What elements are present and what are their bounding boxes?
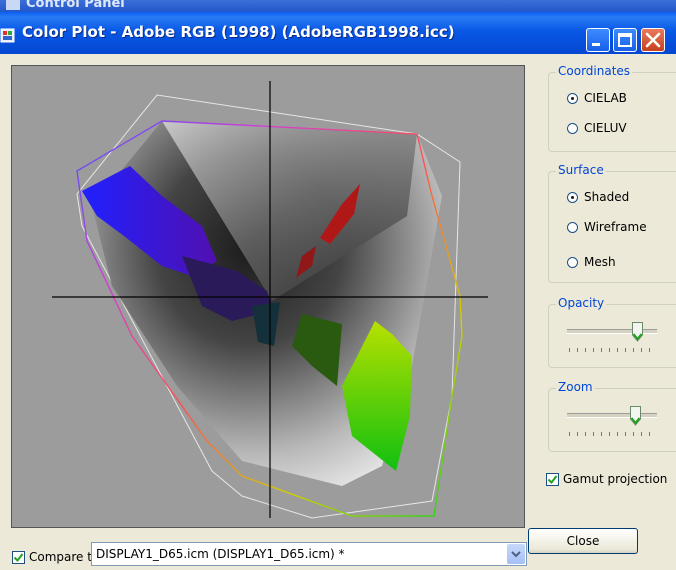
compare-check[interactable] [12, 550, 25, 564]
zoom-group-label: Zoom [556, 380, 595, 394]
radio-wireframe[interactable]: Wireframe [567, 220, 647, 234]
coordinates-group: Coordinates CIELAB CIELUV [548, 64, 676, 152]
surface-group: Surface Shaded Wireframe Mesh [548, 163, 676, 283]
minimize-icon [592, 43, 600, 46]
gamut-plot [52, 81, 488, 519]
radio-cieluv[interactable]: CIELUV [567, 121, 627, 135]
checkmark-icon [13, 552, 24, 562]
radio-label-mesh: Mesh [584, 255, 616, 269]
zoom-slider-thumb[interactable] [629, 406, 641, 426]
radio-button-cielab[interactable] [567, 92, 578, 104]
background-window-title: Control Panel [26, 0, 125, 11]
close-icon [645, 32, 661, 48]
radio-shaded[interactable]: Shaded [567, 190, 629, 204]
gamut-projection-label: Gamut projection [563, 472, 668, 486]
maximize-button[interactable] [613, 28, 637, 52]
compare-profile-value: DISPLAY1_D65.icm (DISPLAY1_D65.icm) * [96, 547, 345, 561]
checkmark-icon [547, 474, 558, 484]
zoom-ticks [569, 432, 657, 436]
close-button[interactable]: Close [528, 528, 638, 554]
color-plot-app-icon [0, 28, 15, 43]
gamut-plot-viewport[interactable] [11, 65, 525, 528]
maximize-icon [618, 33, 632, 47]
radio-label-shaded: Shaded [584, 190, 630, 204]
zoom-slider-track[interactable] [567, 413, 657, 418]
radio-cielab[interactable]: CIELAB [567, 91, 627, 105]
radio-button-shaded[interactable] [567, 191, 578, 203]
compare-label: Compare t [29, 550, 92, 564]
radio-label-cielab: CIELAB [584, 91, 627, 105]
surface-group-label: Surface [556, 163, 606, 177]
radio-button-cieluv[interactable] [567, 122, 578, 134]
window-titlebar[interactable]: Color Plot - Adobe RGB (1998) (AdobeRGB1… [0, 12, 676, 54]
radio-button-wireframe[interactable] [567, 221, 578, 233]
radio-button-mesh[interactable] [567, 256, 578, 268]
gamut-projection-checkbox[interactable]: Gamut projection [546, 472, 667, 486]
coordinates-group-label: Coordinates [556, 64, 633, 78]
gamut-projection-check[interactable] [546, 472, 559, 486]
close-button-label: Close [566, 534, 600, 548]
opacity-slider-thumb[interactable] [631, 322, 643, 342]
zoom-group: Zoom [548, 380, 676, 452]
compare-checkbox[interactable]: Compare t [12, 550, 92, 564]
radio-label-cieluv: CIELUV [584, 121, 627, 135]
compare-profile-dropdown[interactable]: DISPLAY1_D65.icm (DISPLAY1_D65.icm) * [91, 542, 527, 566]
radio-mesh[interactable]: Mesh [567, 255, 616, 269]
dropdown-arrow-button[interactable] [507, 544, 525, 564]
minimize-button[interactable] [586, 28, 610, 52]
opacity-group-label: Opacity [556, 296, 607, 310]
window-title: Color Plot - Adobe RGB (1998) (AdobeRGB1… [22, 23, 455, 41]
chevron-down-icon [511, 551, 521, 558]
opacity-ticks [569, 348, 657, 352]
control-panel-icon [6, 0, 20, 10]
close-window-button[interactable] [641, 28, 665, 52]
opacity-slider-track[interactable] [567, 329, 657, 334]
background-window-titlebar: Control Panel [0, 0, 676, 12]
radio-label-wireframe: Wireframe [584, 220, 647, 234]
opacity-group: Opacity [548, 296, 676, 368]
